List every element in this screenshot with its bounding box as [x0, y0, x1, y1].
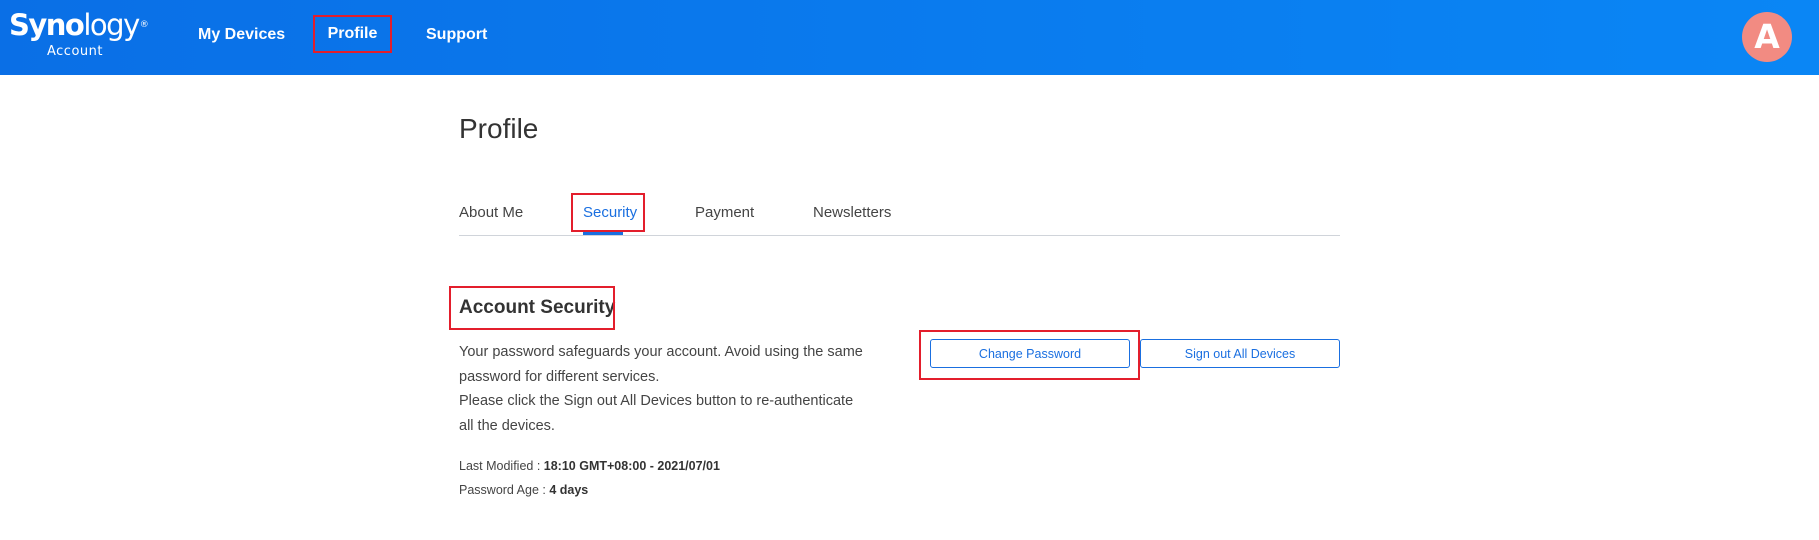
last-modified-value: 18:10 GMT+08:00 - 2021/07/01 [543, 459, 720, 473]
password-age: Password Age : 4 days [459, 483, 588, 497]
logo-wordmark: Synology® [9, 8, 149, 42]
description-line: password for different services. [459, 368, 660, 385]
account-security-highlight [449, 286, 615, 330]
description-line: Your password safeguards your account. A… [459, 344, 863, 360]
security-description: Your password safeguards your account. A… [459, 340, 879, 438]
tab-newsletters[interactable]: Newsletters [813, 204, 891, 221]
logo-subtitle: Account [47, 44, 103, 59]
synology-logo[interactable]: Synology® Account [9, 8, 149, 59]
page-title: Profile [459, 113, 539, 144]
nav-support[interactable]: Support [426, 17, 487, 53]
tab-about-me[interactable]: About Me [459, 204, 523, 221]
user-avatar[interactable]: A [1742, 12, 1792, 62]
sign-out-all-devices-button[interactable]: Sign out All Devices [1140, 339, 1340, 368]
top-navigation-bar: Synology® Account My Devices Profile Sup… [0, 0, 1819, 75]
nav-my-devices[interactable]: My Devices [198, 17, 285, 53]
nav-profile[interactable]: Profile [313, 15, 392, 53]
password-age-label: Password Age : [459, 483, 546, 497]
password-age-value: 4 days [549, 483, 589, 497]
change-password-button[interactable]: Change Password [930, 339, 1130, 368]
tab-payment[interactable]: Payment [695, 204, 754, 221]
security-tab-highlight [571, 193, 645, 232]
active-tab-indicator [583, 232, 623, 235]
last-modified-label: Last Modified : [459, 459, 541, 473]
last-modified: Last Modified : 18:10 GMT+08:00 - 2021/0… [459, 459, 720, 473]
description-line: Please click the Sign out All Devices bu… [459, 393, 854, 409]
description-line: all the devices. [459, 417, 555, 434]
